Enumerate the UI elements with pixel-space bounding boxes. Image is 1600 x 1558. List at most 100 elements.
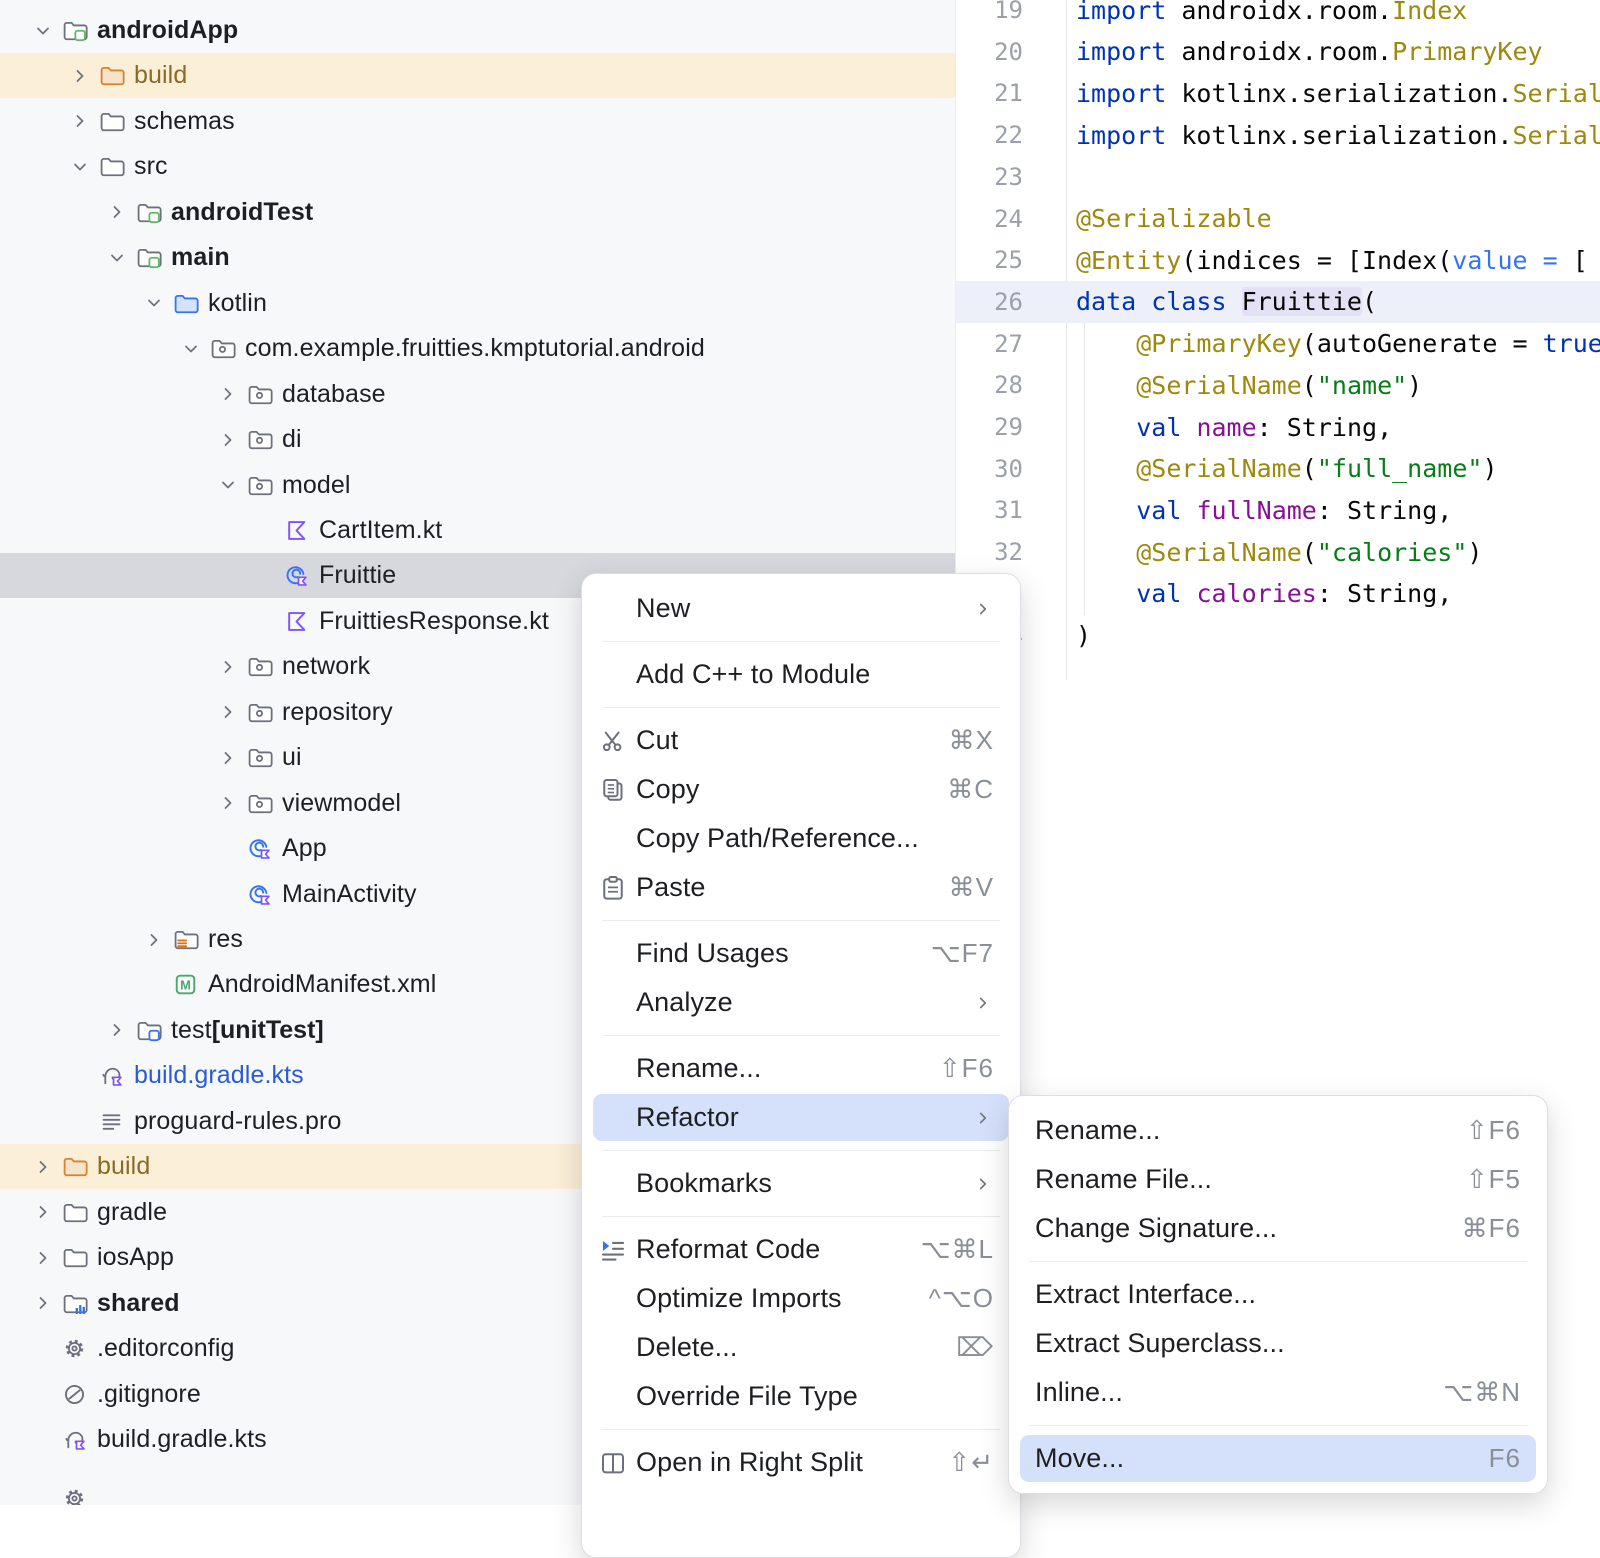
menu-item-override-file-type[interactable]: Override File Type (582, 1372, 1020, 1421)
menu-item-delete[interactable]: Delete...⌦ (582, 1323, 1020, 1372)
code-line-25: 25@Entity(indices = [Index(value = [ (956, 239, 1600, 281)
menu-separator (602, 1216, 1000, 1217)
tree-item-label: iosApp (97, 1243, 174, 1272)
chevron-down-icon[interactable] (61, 144, 98, 189)
chevron-right-icon[interactable] (98, 190, 135, 235)
menu-item-extract-interface[interactable]: Extract Interface... (1009, 1270, 1547, 1319)
chevron-right-icon[interactable] (61, 53, 98, 98)
code-text: import androidx.room.Index (1066, 0, 1467, 25)
chevron-right-icon[interactable] (24, 1235, 61, 1280)
menu-item-add-c-to-module[interactable]: Add C++ to Module (582, 650, 1020, 699)
chevron-right-icon[interactable] (98, 1008, 135, 1053)
line-number: 26 (956, 288, 1066, 316)
chevron-down-icon[interactable] (135, 281, 172, 326)
menu-item-find-usages[interactable]: Find Usages⌥F7 (582, 929, 1020, 978)
tree-item-schemas[interactable]: schemas (0, 99, 956, 144)
tree-item-label: database (282, 380, 386, 409)
chevron-down-icon[interactable] (98, 235, 135, 280)
menu-item-extract-superclass[interactable]: Extract Superclass... (1009, 1319, 1547, 1368)
code-token: PrimaryKey (1392, 37, 1543, 66)
tree-item-model[interactable]: model (0, 463, 956, 508)
menu-separator (602, 920, 1000, 921)
tree-item-kotlin[interactable]: kotlin (0, 281, 956, 326)
menu-item-bookmarks[interactable]: Bookmarks (582, 1159, 1020, 1208)
tree-item-com-example-fruitties-kmptutorial-android[interactable]: com.example.fruitties.kmptutorial.androi… (0, 326, 956, 371)
menu-item-open-in-right-split[interactable]: Open in Right Split⇧↵ (582, 1438, 1020, 1487)
tree-item-src[interactable]: src (0, 144, 956, 189)
code-token: value = (1452, 246, 1572, 275)
menu-item-shortcut: ⌥⌘L (921, 1234, 994, 1265)
menu-item-rename-file[interactable]: Rename File...⇧F5 (1009, 1155, 1547, 1204)
tree-item-build[interactable]: build (0, 53, 956, 98)
chevron-right-icon[interactable] (24, 1281, 61, 1326)
submenu-arrow-icon (972, 1173, 994, 1195)
submenu-arrow-icon (972, 598, 994, 620)
code-text: @SerialName("full_name") (1066, 454, 1498, 483)
tree-item-label: build (97, 1152, 150, 1181)
chevron-right-icon[interactable] (209, 690, 246, 735)
kotlin-class-icon (246, 835, 273, 862)
chevron-right-icon[interactable] (209, 781, 246, 826)
menu-item-copy[interactable]: Copy⌘C (582, 765, 1020, 814)
menu-item-shortcut: ⌦ (956, 1332, 994, 1363)
tree-item-main[interactable]: main (0, 235, 956, 280)
menu-item-refactor[interactable]: Refactor (582, 1093, 1020, 1142)
tree-item-label: schemas (134, 107, 235, 136)
menu-item-paste[interactable]: Paste⌘V (582, 863, 1020, 912)
tree-item-label: build.gradle.kts (134, 1061, 304, 1090)
cut-icon (598, 726, 636, 756)
tree-item-di[interactable]: di (0, 417, 956, 462)
chevron-down-icon[interactable] (24, 8, 61, 53)
menu-item-optimize-imports[interactable]: Optimize Imports^⌥O (582, 1274, 1020, 1323)
chevron-right-icon[interactable] (209, 417, 246, 462)
chevron-right-icon[interactable] (209, 644, 246, 689)
menu-item-new[interactable]: New (582, 584, 1020, 633)
menu-item-label: Add C++ to Module (636, 659, 994, 690)
chevron-right-icon[interactable] (61, 99, 98, 144)
code-token: import (1076, 79, 1181, 108)
menu-item-label: New (636, 593, 958, 624)
menu-item-move[interactable]: Move...F6 (1009, 1434, 1547, 1483)
menu-item-copy-path-reference[interactable]: Copy Path/Reference... (582, 814, 1020, 863)
menu-item-shortcut: ⌥F7 (931, 938, 994, 969)
code-token: data class (1076, 287, 1242, 316)
code-token (1076, 329, 1136, 358)
tree-item-androidapp[interactable]: androidApp (0, 8, 956, 53)
tree-item-cartitem-kt[interactable]: CartItem.kt (0, 508, 956, 553)
menu-item-inline[interactable]: Inline...⌥⌘N (1009, 1368, 1547, 1417)
chevron-right-icon[interactable] (209, 735, 246, 780)
menu-item-rename[interactable]: Rename...⇧F6 (582, 1044, 1020, 1093)
code-token: androidx.room. (1181, 37, 1392, 66)
code-token: : String, (1317, 579, 1452, 608)
menu-item-reformat-code[interactable]: Reformat Code⌥⌘L (582, 1225, 1020, 1274)
code-token: ) (1482, 454, 1497, 483)
tree-item-label: build (134, 61, 187, 90)
chevron-spacer (61, 1053, 98, 1098)
menu-item-rename[interactable]: Rename...⇧F6 (1009, 1106, 1547, 1155)
module-shared-icon (61, 1290, 88, 1317)
code-token (1076, 579, 1136, 608)
chevron-right-icon[interactable] (24, 1190, 61, 1235)
gear-icon (61, 1485, 88, 1505)
chevron-spacer (135, 962, 172, 1007)
tree-item-androidtest[interactable]: androidTest (0, 190, 956, 235)
chevron-right-icon[interactable] (135, 917, 172, 962)
code-line-24: 24@Serializable (956, 198, 1600, 240)
code-token: (indices = [Index( (1181, 246, 1452, 275)
code-token: true (1543, 329, 1600, 358)
folder-icon (61, 1244, 88, 1271)
chevron-spacer (209, 872, 246, 917)
code-token: "calories" (1317, 538, 1468, 567)
module-android-icon (61, 17, 88, 44)
menu-item-cut[interactable]: Cut⌘X (582, 716, 1020, 765)
menu-item-change-signature[interactable]: Change Signature...⌘F6 (1009, 1204, 1547, 1253)
chevron-down-icon[interactable] (172, 326, 209, 371)
line-number: 19 (956, 0, 1066, 24)
chevron-down-icon[interactable] (209, 463, 246, 508)
chevron-spacer (24, 1476, 61, 1505)
menu-item-analyze[interactable]: Analyze (582, 978, 1020, 1027)
code-text: @Serializable (1066, 204, 1272, 233)
chevron-right-icon[interactable] (209, 372, 246, 417)
tree-item-database[interactable]: database (0, 372, 956, 417)
chevron-right-icon[interactable] (24, 1144, 61, 1189)
